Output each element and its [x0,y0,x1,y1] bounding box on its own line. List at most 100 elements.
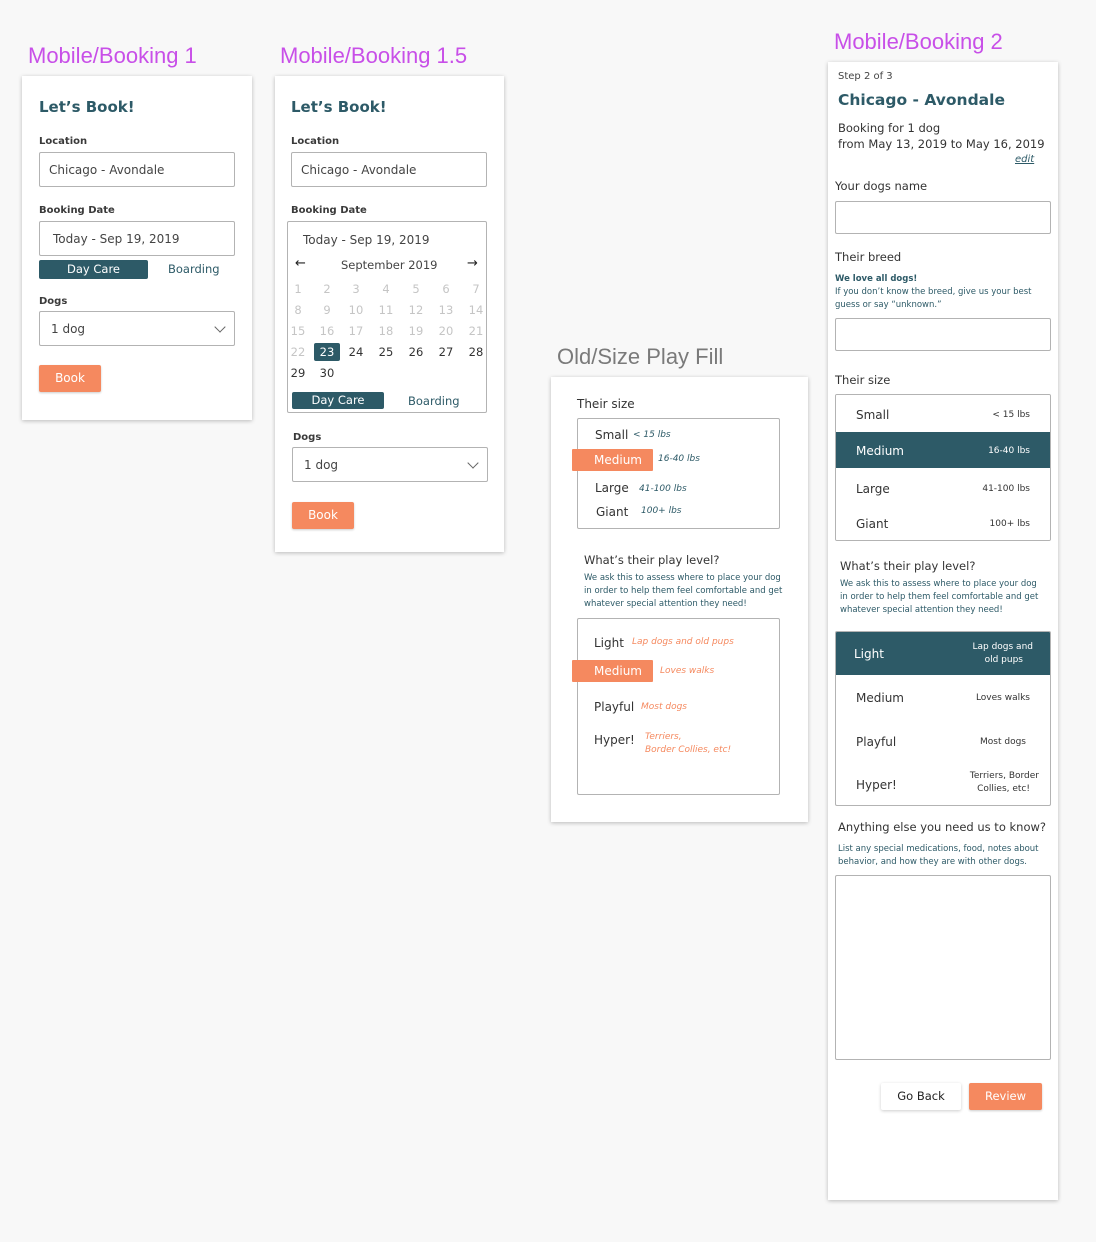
breed-hint-bold: We love all dogs! [835,274,918,284]
size-note: 41-100 lbs [982,484,1030,494]
breed-input[interactable] [835,318,1051,351]
booking-dates: from May 13, 2019 to May 16, 2019 [838,137,1045,151]
dogs-select[interactable]: 1 dog [39,311,235,346]
calendar-day[interactable]: 27 [434,345,458,359]
breed-hint: If you don’t know the breed, give us you… [835,287,1032,310]
calendar-day[interactable]: 19 [404,324,428,338]
dogs-select[interactable]: 1 dog [292,447,488,482]
calendar-day[interactable]: 13 [434,303,458,317]
next-month-arrow-icon[interactable]: → [467,256,478,271]
calendar-day-selected-label: 23 [319,345,335,359]
calendar-day[interactable]: 9 [315,303,339,317]
boarding-button[interactable]: Boarding [168,262,220,276]
calendar-day[interactable]: 20 [434,324,458,338]
booking-date-input[interactable]: Today - Sep 19, 2019 [39,221,235,256]
dogs-label: Dogs [39,296,68,307]
booking2-card: Step 2 of 3 Chicago - Avondale Booking f… [828,62,1058,1200]
booking1-card: Let’s Book! Location Chicago - Avondale … [22,76,252,420]
play-level-list: Light Lap dogs and old pups Medium Loves… [835,631,1051,806]
play-option-hyper[interactable]: Hyper! [594,733,635,747]
play-heading: What’s their play level? [584,553,720,567]
review-button[interactable]: Review [969,1083,1042,1110]
go-back-button[interactable]: Go Back [881,1083,961,1110]
size-row-medium-selected[interactable]: Medium 16-40 lbs [836,432,1050,468]
size-option-giant[interactable]: Giant [596,505,628,519]
play-row-hyper[interactable]: Hyper! Terriers, Border Collies, etc! [836,763,1050,805]
location-input[interactable]: Chicago - Avondale [39,152,235,187]
size-note: 100+ lbs [641,506,682,516]
book-button[interactable]: Book [39,365,101,392]
boarding-button[interactable]: Boarding [408,394,460,408]
calendar-day[interactable]: 29 [286,366,310,380]
calendar-day[interactable]: 24 [344,345,368,359]
play-note: Terriers, Border [969,771,1039,781]
calendar-day[interactable]: 10 [344,303,368,317]
calendar-month: September 2019 [341,258,438,272]
day-care-button[interactable]: Day Care [39,260,148,279]
calendar-day[interactable]: 25 [374,345,398,359]
play-note: Lap dogs and old pups [632,637,734,647]
frame-label-booking1: Mobile/Booking 1 [28,43,197,68]
size-option-small[interactable]: Small [595,428,628,442]
calendar-day[interactable]: 8 [286,303,310,317]
booking-for: Booking for 1 dog [838,121,941,135]
book-button[interactable]: Book [292,502,354,529]
play-note: old pups [984,655,1023,665]
size-option-large[interactable]: Large [595,481,629,495]
frame-label-booking15: Mobile/Booking 1.5 [280,43,468,68]
size-name: Small [856,408,890,422]
prev-month-arrow-icon[interactable]: ← [295,256,306,271]
booking2-title: Chicago - Avondale [838,91,1005,109]
location-input[interactable]: Chicago - Avondale [291,152,487,187]
calendar-day[interactable]: 26 [404,345,428,359]
size-row-small[interactable]: Small < 15 lbs [836,395,1050,431]
day-care-button[interactable]: Day Care [292,392,384,409]
play-option-medium[interactable]: Medium [572,660,653,682]
size-name: Giant [856,517,889,531]
play-name: Hyper! [856,778,897,792]
size-row-large[interactable]: Large 41-100 lbs [836,469,1050,505]
calendar-day[interactable]: 18 [374,324,398,338]
size-note: < 15 lbs [633,430,671,440]
calendar-day[interactable]: 3 [344,282,368,296]
size-name: Large [856,482,890,496]
play-note: Border Collies, etc! [645,745,732,755]
calendar-day[interactable]: 11 [374,303,398,317]
size-option-medium[interactable]: Medium [572,449,653,471]
notes-textarea[interactable] [835,875,1051,1060]
breed-label: Their breed [835,250,902,264]
calendar-day[interactable]: 7 [464,282,488,296]
play-name: Light [854,647,884,661]
calendar-day[interactable]: 5 [404,282,428,296]
play-option-playful[interactable]: Playful [594,700,634,714]
edit-link[interactable]: edit [1015,154,1034,165]
play-row-playful[interactable]: Playful Most dogs [836,720,1050,763]
calendar-day[interactable]: 30 [315,366,339,380]
play-option-light[interactable]: Light [594,636,624,650]
booking-date-value[interactable]: Today - Sep 19, 2019 [303,233,430,247]
calendar-day[interactable]: 14 [464,303,488,317]
size-row-giant[interactable]: Giant 100+ lbs [836,505,1050,540]
play-level-label: What’s their play level? [840,559,976,573]
calendar-day[interactable]: 21 [464,324,488,338]
play-row-medium[interactable]: Medium Loves walks [836,676,1050,719]
calendar-day[interactable]: 1 [286,282,310,296]
calendar-day[interactable]: 2 [315,282,339,296]
calendar-day[interactable]: 4 [374,282,398,296]
calendar-day[interactable]: 16 [315,324,339,338]
play-row-light-selected[interactable]: Light Lap dogs and old pups [836,632,1050,675]
dog-name-input[interactable] [835,201,1051,234]
calendar-day[interactable]: 22 [286,345,310,359]
size-note: 16-40 lbs [658,454,700,464]
calendar-day[interactable]: 12 [404,303,428,317]
calendar-day[interactable]: 6 [434,282,458,296]
booking-date-value: Today - Sep 19, 2019 [53,232,180,246]
step-indicator: Step 2 of 3 [838,71,893,82]
calendar-day[interactable]: 15 [286,324,310,338]
booking-date-label: Booking Date [291,205,367,216]
calendar-day[interactable]: 17 [344,324,368,338]
booking15-card: Let’s Book! Location Chicago - Avondale … [275,76,504,552]
booking15-title: Let’s Book! [291,98,387,116]
calendar-day[interactable]: 28 [464,345,488,359]
location-label: Location [291,136,340,147]
